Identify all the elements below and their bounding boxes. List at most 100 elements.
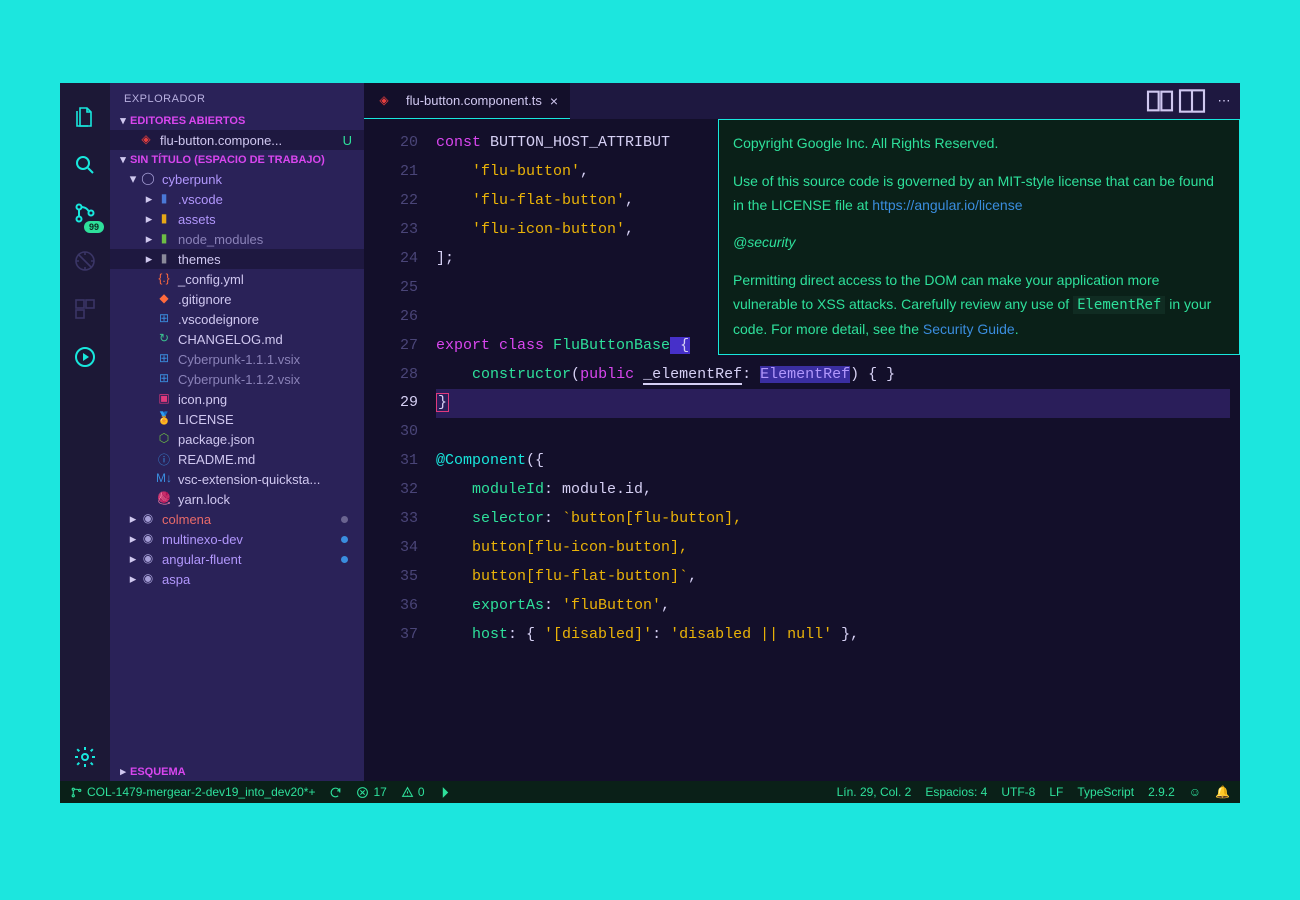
file-label: icon.png [178,392,227,407]
live-share-icon[interactable] [60,333,110,381]
tree-file-vsix2[interactable]: ⊞Cyberpunk-1.1.2.vsix [110,369,364,389]
debug-icon[interactable] [60,237,110,285]
tree-file-license[interactable]: 🏅LICENSE [110,409,364,429]
tree-file-readme[interactable]: ⓘREADME.md [110,449,364,469]
git-modified-dot [341,516,348,523]
tree-folder-vscode[interactable]: ▸▮.vscode [110,189,364,209]
extensions-icon[interactable] [60,285,110,333]
tree-file-package[interactable]: ⬡package.json [110,429,364,449]
folder-icon: ▮ [156,231,172,247]
chevron-down-icon: ▾ [116,114,130,127]
radio-icon: ◉ [140,511,156,527]
activity-bar: 99 [60,83,110,781]
git-status-untracked: U [337,133,358,148]
file-label: _config.yml [178,272,244,287]
file-label: .vscodeignore [178,312,259,327]
tree-file-vsix1[interactable]: ⊞Cyberpunk-1.1.1.vsix [110,349,364,369]
tree-folder-cyberpunk[interactable]: ▾◯cyberpunk [110,169,364,189]
vscode-window: 99 EXPLORADOR ▾ EDITORES ABIERTOS [60,83,1240,803]
tree-folder-themes[interactable]: ▸▮themes [110,249,364,269]
git-branch[interactable]: COL-1479-mergear-2-dev19_into_dev20*+ [70,785,315,799]
code-editor[interactable]: 2021 2223 2425 2627 2829 3031 3233 3435 … [364,119,1240,781]
search-icon[interactable] [60,141,110,189]
feedback-icon[interactable]: ☺ [1189,785,1201,799]
open-editors-head[interactable]: ▾ EDITORES ABIERTOS [110,111,364,130]
file-label: Cyberpunk-1.1.1.vsix [178,352,300,367]
eol[interactable]: LF [1049,785,1063,799]
tab-bar: ◈ flu-button.component.ts × ⋯ [364,83,1240,119]
file-label: yarn.lock [178,492,230,507]
explorer-icon[interactable] [60,93,110,141]
encoding[interactable]: UTF-8 [1001,785,1035,799]
source-control-icon[interactable]: 99 [60,189,110,237]
hover-link[interactable]: Security Guide [923,321,1015,337]
typescript-version[interactable]: 2.9.2 [1148,785,1175,799]
open-editors-label: EDITORES ABIERTOS [130,115,245,127]
line-gutter: 2021 2223 2425 2627 2829 3031 3233 3435 … [364,119,436,781]
tree-folder-multinexo[interactable]: ▸◉multinexo-dev [110,529,364,549]
folder-label: angular-fluent [162,552,242,567]
folder-icon: ▮ [156,191,172,207]
folder-label: themes [178,252,221,267]
hover-line: Copyright Google Inc. All Rights Reserve… [733,132,1225,156]
hover-code: ElementRef [1073,296,1165,314]
open-editor-filename: flu-button.compone... [160,133,282,148]
branch-name: COL-1479-mergear-2-dev19_into_dev20*+ [87,785,315,799]
tree-file-vscodeignore[interactable]: ⊞.vscodeignore [110,309,364,329]
yarn-icon: 🧶 [156,491,172,507]
tree-folder-assets[interactable]: ▸▮assets [110,209,364,229]
indentation[interactable]: Espacios: 4 [925,785,987,799]
folder-icon: ▮ [156,251,172,267]
outline-head[interactable]: ▸ ESQUEMA [110,762,364,781]
more-actions-icon[interactable]: ⋯ [1208,83,1240,119]
tree-folder-aspa[interactable]: ▸◉aspa [110,569,364,589]
cursor-position[interactable]: Lín. 29, Col. 2 [837,785,912,799]
outline-label: ESQUEMA [130,766,186,778]
tree-file-yarn[interactable]: 🧶 yarn.lock [110,489,364,509]
notifications-icon[interactable]: 🔔 [1215,785,1230,799]
settings-gear-icon[interactable] [60,733,110,781]
image-icon: ▣ [156,391,172,407]
vsix-icon: ⊞ [156,371,172,387]
live-server-icon[interactable] [439,786,452,799]
explorer-sidebar: EXPLORADOR ▾ EDITORES ABIERTOS ◈ flu-but… [110,83,364,781]
split-editor-icon[interactable] [1176,83,1208,119]
compare-changes-icon[interactable] [1144,83,1176,119]
editor-area: ◈ flu-button.component.ts × ⋯ 2021 2223 … [364,83,1240,781]
status-bar: COL-1479-mergear-2-dev19_into_dev20*+ 17… [60,781,1240,803]
file-tree: ▾◯cyberpunk ▸▮.vscode ▸▮assets ▸▮node_mo… [110,169,364,762]
file-label: vsc-extension-quicksta... [178,472,320,487]
file-label: package.json [178,432,255,447]
code-content[interactable]: const BUTTON_HOST_ATTRIBUT 'flu-button',… [436,119,1240,781]
close-icon[interactable]: × [550,93,558,109]
folder-label: cyberpunk [162,172,222,187]
folder-label: colmena [162,512,211,527]
language-mode[interactable]: TypeScript [1077,785,1134,799]
editor-tab[interactable]: ◈ flu-button.component.ts × [364,83,570,119]
radio-icon: ◉ [140,551,156,567]
workspace-head[interactable]: ▾ SIN TÍTULO (ESPACIO DE TRABAJO) [110,150,364,169]
tree-file-config[interactable]: {.}_config.yml [110,269,364,289]
sync-icon[interactable] [329,786,342,799]
tree-file-icon[interactable]: ▣ icon.png [110,389,364,409]
warnings-count[interactable]: 0 [401,785,425,799]
chevron-right-icon: ▸ [116,765,130,778]
tree-folder-nodemodules[interactable]: ▸▮node_modules [110,229,364,249]
tree-folder-colmena[interactable]: ▸◉colmena [110,509,364,529]
hover-tooltip: Copyright Google Inc. All Rights Reserve… [718,119,1240,355]
angular-icon: ◈ [138,132,154,148]
sidebar-title: EXPLORADOR [110,83,364,111]
changelog-icon: ↻ [156,331,172,347]
tree-file-changelog[interactable]: ↻CHANGELOG.md [110,329,364,349]
hover-link[interactable]: https://angular.io/license [872,197,1022,213]
git-modified-dot [341,556,348,563]
tree-folder-angularfluent[interactable]: ▸◉angular-fluent [110,549,364,569]
open-editor-item[interactable]: ◈ flu-button.compone... U [110,130,364,150]
tree-file-gitignore[interactable]: ◆.gitignore [110,289,364,309]
scm-badge: 99 [84,221,104,233]
workspace-label: SIN TÍTULO (ESPACIO DE TRABAJO) [130,154,325,166]
radio-icon: ◉ [140,531,156,547]
errors-count[interactable]: 17 [356,785,386,799]
tree-file-quickstart[interactable]: M↓vsc-extension-quicksta... [110,469,364,489]
folder-label: aspa [162,572,190,587]
